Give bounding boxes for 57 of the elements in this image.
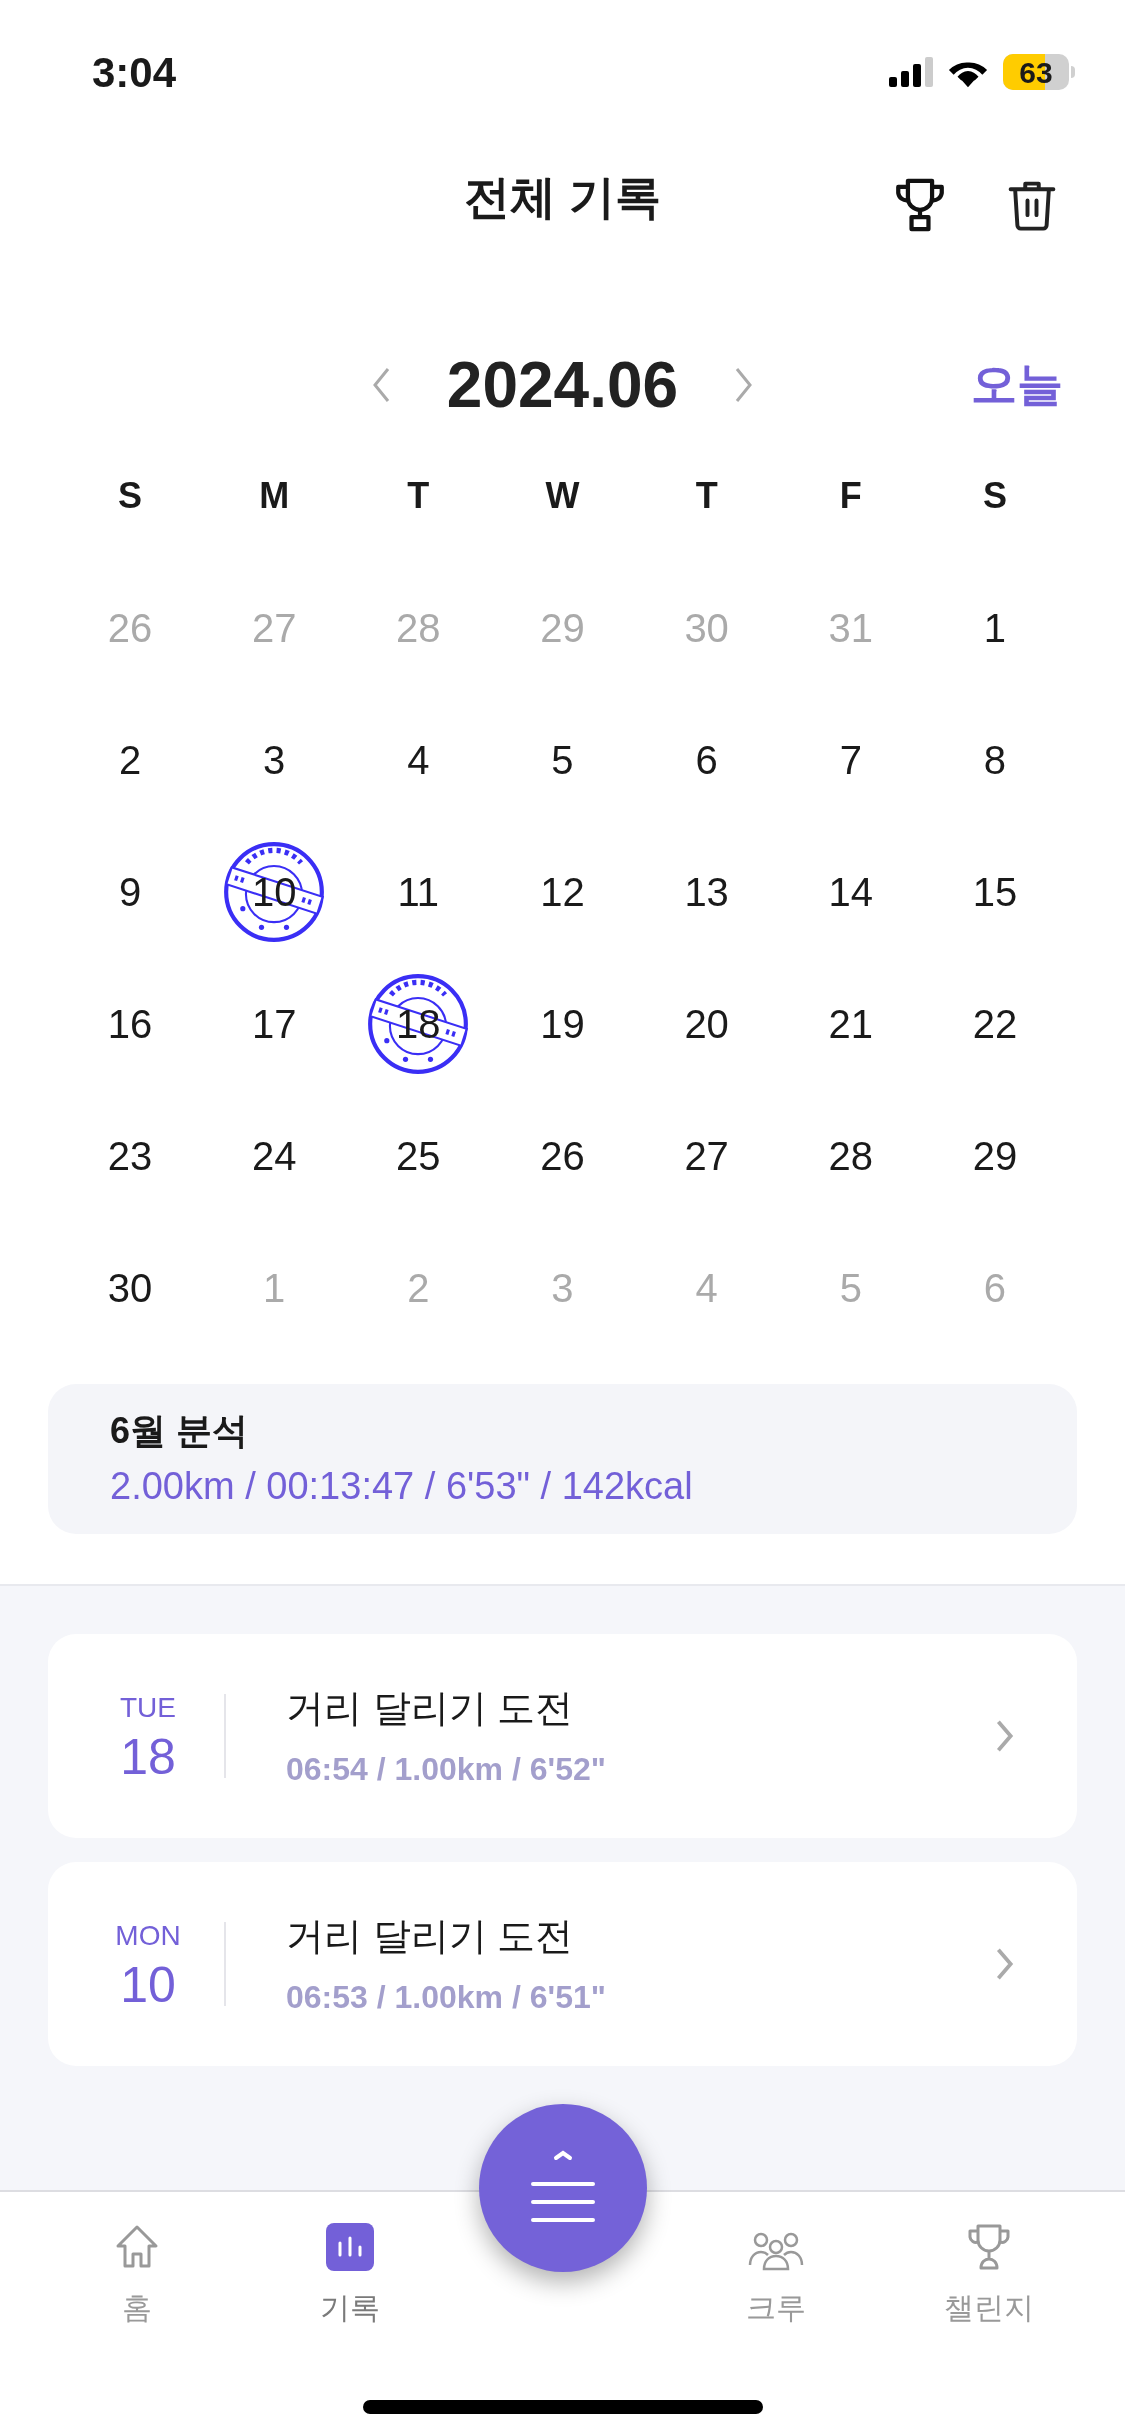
record-weekday: TUE (120, 1691, 176, 1725)
calendar-day[interactable]: 28 (828, 1126, 873, 1186)
record-day: 10 (120, 1957, 176, 2013)
calendar-day[interactable]: 26 (540, 1126, 585, 1186)
calendar-day[interactable]: 29 (972, 1126, 1018, 1186)
calendar-day[interactable]: 20 (684, 994, 729, 1054)
record-day: 18 (120, 1729, 176, 1785)
calendar-day[interactable]: 16 (107, 994, 153, 1054)
calendar-day[interactable]: 1 (983, 598, 1007, 658)
chevron-right-icon (995, 1947, 1015, 1981)
calendar-day[interactable]: 3 (263, 730, 286, 790)
chevron-right-icon (995, 1719, 1015, 1753)
page-title: 전체 기록 (464, 170, 661, 225)
calendar-day[interactable]: 30 (107, 1258, 153, 1318)
weekday-label: S (981, 474, 1008, 518)
signal-icon (889, 57, 933, 87)
record-card[interactable]: MON 10 거리 달리기 도전 06:53 / 1.00km / 6'51" (48, 1862, 1077, 2066)
chart-icon (325, 2223, 374, 2271)
tab-item[interactable]: 기록 (243, 2218, 456, 2330)
calendar-day[interactable]: 2 (118, 730, 142, 790)
calendar-day[interactable]: 27 (684, 1126, 729, 1186)
calendar-day[interactable]: 19 (540, 994, 585, 1054)
calendar-day[interactable]: 11 (397, 862, 440, 922)
calendar-day[interactable]: 14 (828, 862, 873, 922)
summary-title: 6월 분석 (110, 1408, 250, 1453)
summary-stats: 2.00km / 00:13:47 / 6'53" / 142kcal (110, 1463, 694, 1509)
calendar-day[interactable]: 22 (972, 994, 1018, 1054)
calendar-day[interactable]: 4 (407, 730, 430, 790)
calendar-day[interactable]: 5 (551, 730, 574, 790)
calendar-day[interactable]: 23 (107, 1126, 153, 1186)
today-button[interactable]: 오늘 (971, 350, 1063, 419)
calendar-day[interactable]: 8 (983, 730, 1007, 790)
weekday-label: F (838, 474, 863, 518)
weekday-label: T (406, 474, 431, 518)
calendar-day[interactable]: 21 (828, 994, 873, 1054)
calendar-day[interactable]: 9 (118, 862, 142, 922)
record-details: 06:54 / 1.00km / 6'52" (286, 1749, 607, 1789)
record-title: 거리 달리기 도전 (286, 1685, 575, 1731)
calendar-day[interactable]: 12 (540, 862, 585, 922)
weekday-label: S (117, 474, 144, 518)
calendar-day[interactable]: 13 (684, 862, 729, 922)
calendar-day[interactable]: 7 (839, 730, 862, 790)
calendar-day[interactable]: 17 (251, 994, 297, 1054)
calendar-day[interactable]: 24 (251, 1126, 297, 1186)
weekday-label: M (258, 474, 291, 518)
calendar-day[interactable]: 15 (972, 862, 1018, 922)
weekday-label: T (694, 474, 719, 518)
calendar-day[interactable]: 6 (695, 730, 718, 790)
people-icon (747, 2231, 804, 2271)
calendar-day[interactable]: 25 (396, 1126, 441, 1186)
record-title: 거리 달리기 도전 (286, 1913, 575, 1959)
record-weekday: MON (115, 1919, 181, 1953)
record-card[interactable]: TUE 18 거리 달리기 도전 06:54 / 1.00km / 6'52" (48, 1634, 1077, 1838)
status-time: 3:04 (92, 47, 177, 98)
record-details: 06:53 / 1.00km / 6'51" (286, 1977, 607, 2017)
weekday-label: W (544, 474, 581, 518)
month-label: 2024.06 (446, 347, 679, 423)
